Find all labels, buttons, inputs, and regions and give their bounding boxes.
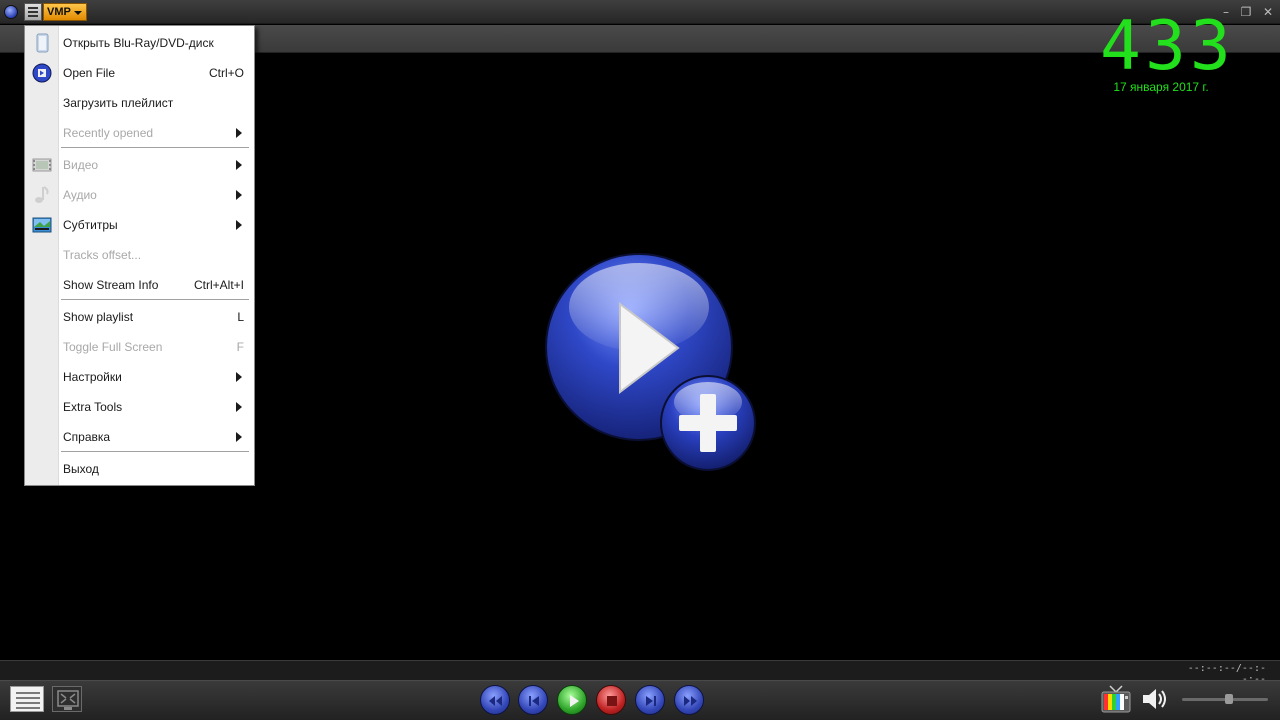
- menu-item-exit[interactable]: Выход: [25, 454, 254, 484]
- menu-item-label: Show playlist: [63, 310, 134, 324]
- menu-item-show-playlist[interactable]: Show playlist L: [25, 302, 254, 332]
- menu-item-open-disc[interactable]: Открыть Blu-Ray/DVD-диск: [25, 28, 254, 58]
- previous-button[interactable]: [518, 685, 548, 715]
- submenu-arrow-icon: [236, 372, 242, 382]
- tv-icon[interactable]: [1100, 684, 1132, 714]
- menu-item-label: Recently opened: [63, 126, 154, 140]
- menu-item-show-stream-info[interactable]: Show Stream Info Ctrl+Alt+I: [25, 270, 254, 300]
- menu-item-label: Open File: [63, 66, 116, 80]
- submenu-arrow-icon: [236, 432, 242, 442]
- vmp-menu-button[interactable]: VMP: [43, 3, 87, 21]
- volume-slider-thumb[interactable]: [1224, 694, 1233, 704]
- stop-button[interactable]: [596, 685, 626, 715]
- menu-item-shortcut: L: [237, 310, 244, 324]
- menu-item-shortcut: Ctrl+O: [208, 66, 244, 80]
- menu-item-label: Toggle Full Screen: [63, 340, 163, 354]
- menu-item-label: Extra Tools: [63, 400, 123, 414]
- app-logo-icon[interactable]: [4, 5, 18, 19]
- menu-item-shortcut: Ctrl+Alt+I: [193, 278, 244, 292]
- menu-item-recently-opened[interactable]: Recently opened: [25, 118, 254, 148]
- clock-time: 433: [1100, 7, 1235, 86]
- open-file-icon: [32, 63, 52, 83]
- play-button[interactable]: [557, 685, 587, 715]
- submenu-arrow-icon: [236, 402, 242, 412]
- fast-forward-button[interactable]: [674, 685, 704, 715]
- menu-item-label: Выход: [63, 462, 99, 476]
- clock-date: 17 января 2017 г.: [1113, 80, 1209, 94]
- music-note-icon: [35, 186, 49, 203]
- volume-icon[interactable]: [1140, 686, 1170, 712]
- main-dropdown-menu: Открыть Blu-Ray/DVD-диск Open File Ctrl+…: [24, 25, 255, 486]
- menu-item-load-playlist[interactable]: Загрузить плейлист: [25, 88, 254, 118]
- next-icon: [646, 696, 656, 706]
- menu-item-help[interactable]: Справка: [25, 422, 254, 452]
- restore-icon[interactable]: ❐: [1238, 4, 1254, 20]
- menu-item-label: Настройки: [63, 370, 122, 384]
- submenu-arrow-icon: [236, 128, 242, 138]
- menu-separator: [61, 299, 249, 301]
- menu-icon[interactable]: [24, 3, 42, 21]
- menu-item-tracks-offset[interactable]: Tracks offset...: [25, 240, 254, 270]
- menu-item-label: Загрузить плейлист: [63, 96, 174, 110]
- close-icon[interactable]: ✕: [1260, 4, 1276, 20]
- menu-item-label: Аудио: [63, 188, 97, 202]
- menu-item-subtitles[interactable]: Субтитры: [25, 210, 254, 240]
- title-bar: VMP – ❐ ✕: [0, 0, 1280, 24]
- playlist-icon: [16, 692, 40, 709]
- play-icon: [570, 695, 579, 707]
- submenu-arrow-icon: [236, 220, 242, 230]
- previous-icon: [529, 696, 539, 706]
- fullscreen-icon: [57, 690, 79, 710]
- next-button[interactable]: [635, 685, 665, 715]
- menu-separator: [61, 451, 249, 453]
- open-media-play-button[interactable]: [544, 252, 760, 474]
- rewind-icon: [489, 696, 502, 706]
- subtitles-icon: [32, 217, 52, 233]
- menu-item-open-file[interactable]: Open File Ctrl+O: [25, 58, 254, 88]
- menu-separator: [61, 147, 249, 149]
- menu-item-label: Справка: [63, 430, 111, 444]
- submenu-arrow-icon: [236, 160, 242, 170]
- menu-item-label: Открыть Blu-Ray/DVD-диск: [63, 36, 214, 50]
- menu-item-label: Tracks offset...: [63, 248, 142, 262]
- menu-item-audio[interactable]: Аудио: [25, 180, 254, 210]
- submenu-arrow-icon: [236, 190, 242, 200]
- menu-item-video[interactable]: Видео: [25, 150, 254, 180]
- vmp-label: VMP: [47, 6, 71, 18]
- menu-item-shortcut: F: [236, 340, 244, 354]
- rewind-button[interactable]: [480, 685, 510, 715]
- chevron-down-icon: [74, 11, 82, 15]
- media-player-window: VMP – ❐ ✕ 433 17 января 2017 г. Открыть …: [0, 0, 1280, 720]
- fullscreen-button[interactable]: [52, 686, 82, 712]
- menu-item-label: Show Stream Info: [63, 278, 159, 292]
- menu-item-label: Видео: [63, 158, 99, 172]
- disc-icon: [36, 33, 49, 53]
- menu-item-extra-tools[interactable]: Extra Tools: [25, 392, 254, 422]
- menu-item-settings[interactable]: Настройки: [25, 362, 254, 392]
- stop-icon: [607, 696, 617, 706]
- menu-item-toggle-full-screen[interactable]: Toggle Full Screen F: [25, 332, 254, 362]
- playlist-toggle-button[interactable]: [10, 686, 44, 712]
- fast-forward-icon: [684, 696, 697, 706]
- seek-bar[interactable]: [0, 660, 1280, 680]
- menu-item-label: Субтитры: [63, 218, 118, 232]
- video-icon: [32, 158, 52, 172]
